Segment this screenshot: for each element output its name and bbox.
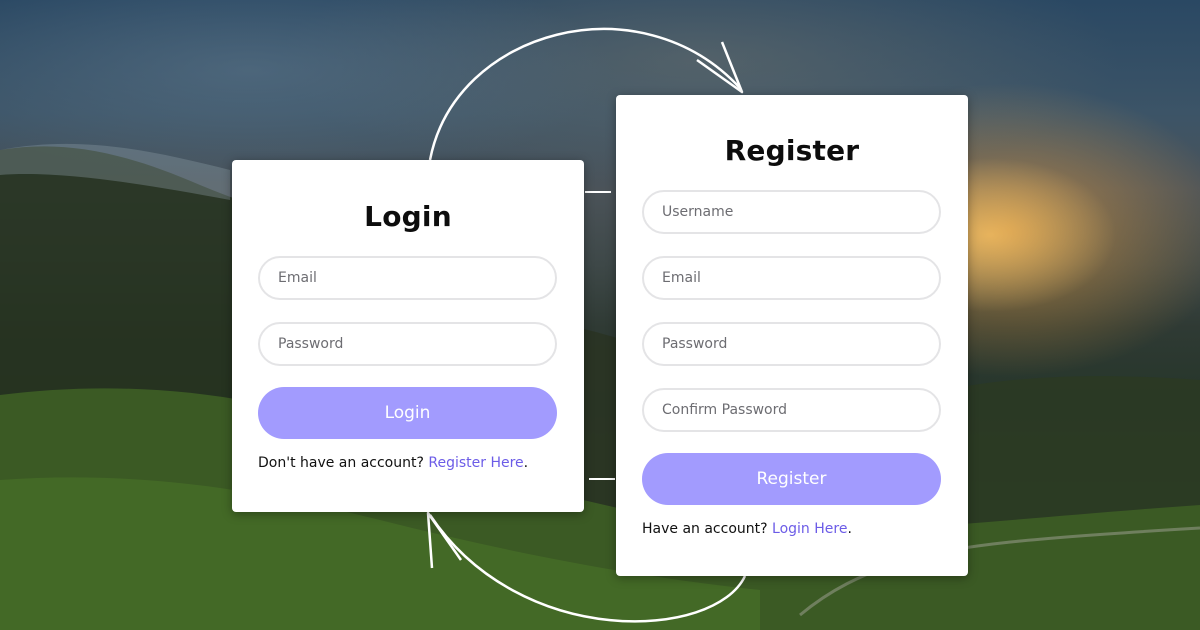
register-password-input[interactable]: [642, 322, 941, 366]
login-switch-line: Don't have an account? Register Here.: [258, 455, 528, 471]
register-confirm-password-input[interactable]: [642, 388, 941, 432]
circular-arrows-icon: [426, 27, 747, 623]
register-switch-suffix: .: [847, 521, 852, 537]
connector-top: [585, 191, 611, 193]
login-title: Login: [364, 200, 452, 233]
register-switch-prompt: Have an account?: [642, 521, 768, 537]
register-card: Register Register Have an account? Login…: [616, 95, 968, 576]
register-switch-line: Have an account? Login Here.: [642, 521, 852, 537]
login-switch-suffix: .: [523, 455, 529, 471]
login-email-input[interactable]: [258, 256, 557, 300]
login-switch-prompt: Don't have an account?: [258, 455, 424, 471]
login-button[interactable]: Login: [258, 387, 557, 439]
connector-bottom: [589, 478, 615, 480]
register-here-link[interactable]: Register Here: [428, 455, 523, 471]
register-username-input[interactable]: [642, 190, 941, 234]
login-card: Login Login Don't have an account? Regis…: [232, 160, 584, 512]
register-email-input[interactable]: [642, 256, 941, 300]
register-title: Register: [724, 134, 860, 167]
register-button[interactable]: Register: [642, 453, 941, 505]
login-password-input[interactable]: [258, 322, 557, 366]
login-here-link[interactable]: Login Here: [772, 521, 847, 537]
